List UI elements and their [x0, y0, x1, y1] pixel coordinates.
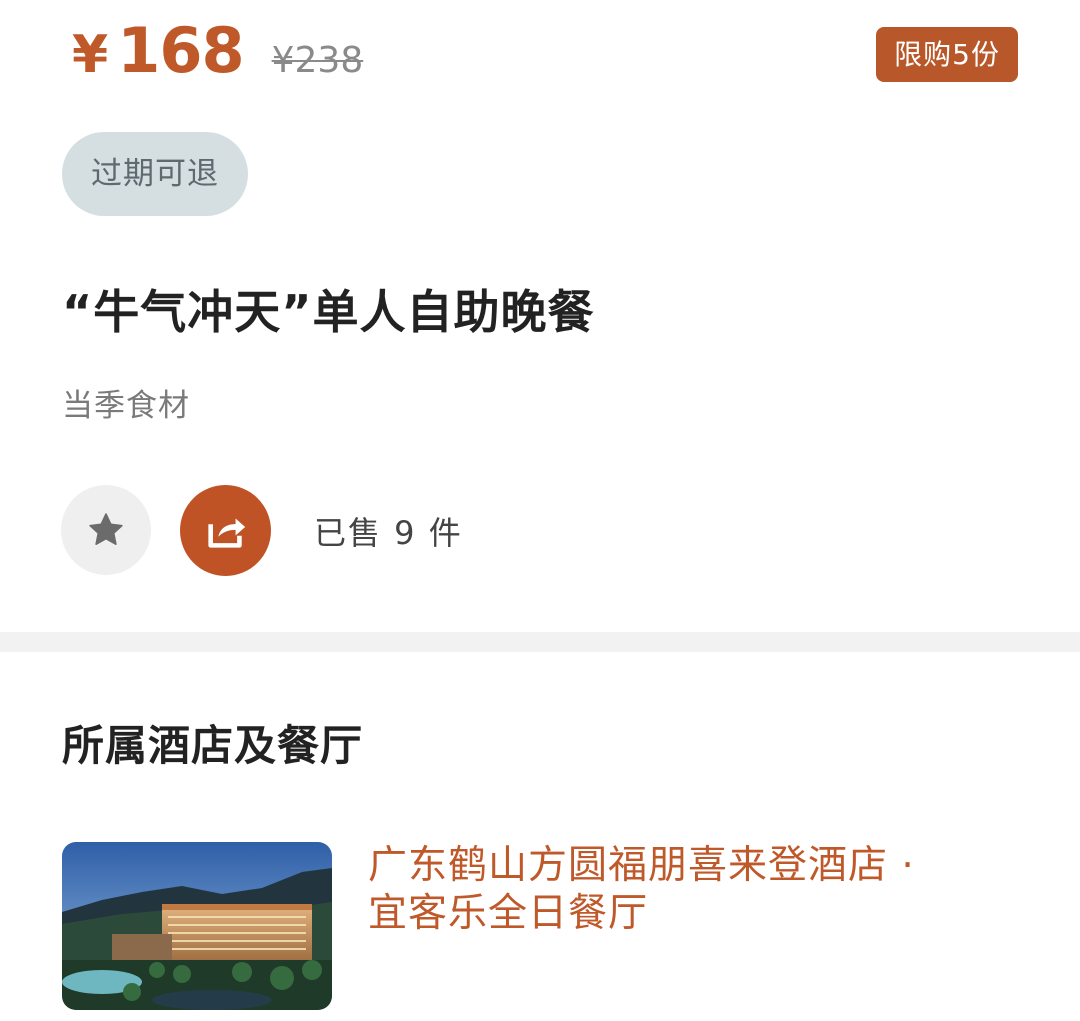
share-icon	[207, 518, 245, 548]
section-title: 所属酒店及餐厅	[62, 721, 364, 770]
share-button[interactable]	[180, 485, 271, 576]
sold-count: 已售 9 件	[314, 514, 463, 552]
restaurant-name: 宜客乐全日餐厅	[368, 891, 649, 936]
original-price: ¥238	[271, 40, 364, 81]
section-divider	[0, 632, 1080, 652]
currency-symbol: ¥	[72, 25, 108, 85]
price-value: 168	[117, 14, 244, 87]
product-title: “牛气冲天”单人自助晚餐	[62, 285, 595, 339]
product-subtitle: 当季食材	[62, 388, 190, 424]
product-info-card: ¥168 ¥238 限购5份 过期可退 “牛气冲天”单人自助晚餐 当季食材 已售…	[0, 0, 1080, 632]
product-detail-page: ¥168 ¥238 限购5份 过期可退 “牛气冲天”单人自助晚餐 当季食材 已售…	[0, 0, 1080, 1021]
hotel-name: 广东鹤山方圆福朋喜来登酒店 ·	[368, 843, 915, 888]
favorite-button[interactable]	[61, 485, 151, 575]
purchase-limit-badge: 限购5份	[876, 27, 1018, 82]
star-icon	[89, 513, 123, 545]
refund-policy-tag: 过期可退	[62, 132, 248, 216]
hotel-restaurant-link[interactable]: 广东鹤山方圆福朋喜来登酒店 · 宜客乐全日餐厅	[368, 842, 1008, 938]
hotel-photo	[62, 842, 332, 1010]
current-price: ¥168	[72, 14, 245, 87]
price-row: ¥168 ¥238	[72, 14, 363, 94]
hotel-image[interactable]	[62, 842, 332, 1010]
